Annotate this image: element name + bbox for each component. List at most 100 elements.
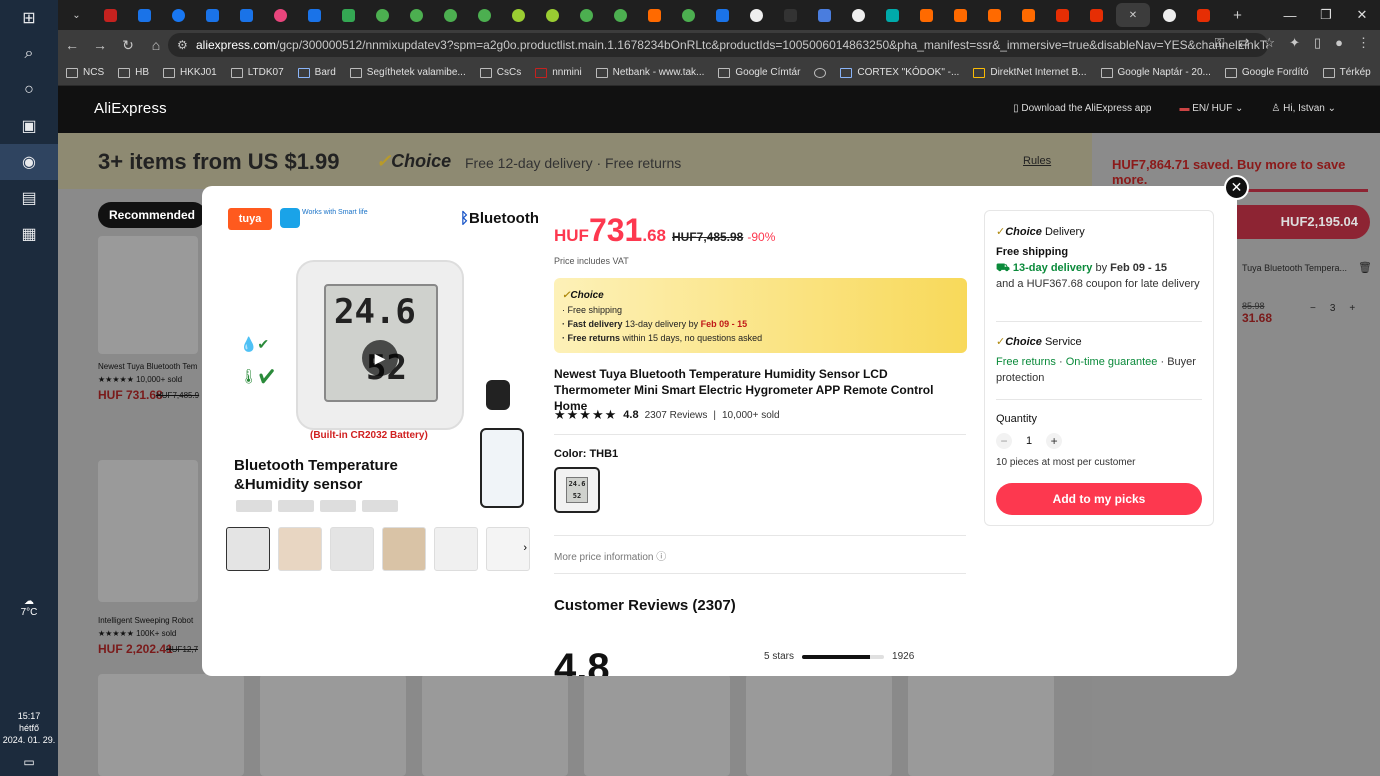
browser-tab[interactable] [504, 3, 533, 27]
save-disk-icon[interactable]: ▤ [0, 180, 58, 216]
browser-tab[interactable] [1048, 3, 1077, 27]
notification-icon[interactable]: ▭ [0, 756, 58, 768]
product-card-title[interactable]: Intelligent Sweeping Robot [98, 616, 193, 625]
review-count[interactable]: 2307 Reviews [645, 410, 708, 421]
close-window-icon[interactable]: ✕ [1344, 0, 1380, 30]
browser-tab[interactable] [844, 3, 873, 27]
home-icon[interactable]: ⌂ [142, 37, 170, 53]
cart-item-title[interactable]: Tuya Bluetooth Tempera... [1242, 263, 1362, 273]
browser-tab[interactable] [878, 3, 907, 27]
tab-search-button[interactable]: ⌄ [62, 3, 91, 27]
aliexpress-logo[interactable]: AliExpress [94, 100, 167, 117]
close-tab-icon[interactable]: ✕ [1129, 10, 1137, 21]
url-input[interactable]: ⚙ aliexpress.com/gcp/300000512/nnmixupda… [168, 33, 1268, 57]
product-card-image[interactable] [422, 674, 568, 776]
product-card-image[interactable] [98, 460, 198, 602]
browser-tab[interactable] [1189, 3, 1218, 27]
browser-tab[interactable] [606, 3, 635, 27]
profile-avatar[interactable]: ● [1335, 35, 1343, 51]
bookmark-item[interactable]: Google Fordító [1224, 67, 1309, 78]
browser-tab[interactable] [1014, 3, 1043, 27]
browser-tab[interactable] [368, 3, 397, 27]
browser-tab[interactable] [470, 3, 499, 27]
browser-tab[interactable] [436, 3, 465, 27]
browser-tab[interactable] [810, 3, 839, 27]
play-video-button[interactable]: ▶ [362, 340, 398, 376]
active-browser-tab[interactable]: ✕ [1116, 3, 1150, 27]
extensions-icon[interactable]: ✦ [1289, 35, 1300, 51]
bookmark-item[interactable]: Térkép [1322, 67, 1371, 78]
bookmark-item[interactable]: CORTEX "KÓDOK" -... [840, 67, 959, 78]
windows-start-icon[interactable]: ⊞ [0, 0, 58, 36]
back-icon[interactable]: ← [58, 37, 86, 53]
key-icon[interactable]: ⚿ [1215, 35, 1225, 51]
bookmark-item[interactable]: Netbank - www.tak... [595, 67, 704, 78]
browser-tab[interactable] [232, 3, 261, 27]
tab-recommended[interactable]: Recommended [98, 202, 206, 228]
sidebar-icon[interactable]: ▯ [1314, 35, 1321, 51]
menu-icon[interactable]: ⋮ [1357, 35, 1370, 51]
bookmark-item[interactable]: nnmini [535, 67, 582, 78]
more-price-info[interactable]: More price information ⓘ [554, 548, 666, 563]
browser-tab[interactable] [402, 3, 431, 27]
product-card-image[interactable] [98, 236, 198, 354]
bookmark-item[interactable]: Bard [297, 67, 336, 78]
browser-tab[interactable] [572, 3, 601, 27]
chrome-icon[interactable]: ◉ [0, 144, 58, 180]
bookmark-item[interactable]: CsCs [479, 67, 521, 78]
browser-tab[interactable] [1082, 3, 1111, 27]
bookmark-item[interactable]: DirektNet Internet B... [973, 67, 1087, 78]
site-info-icon[interactable]: ⚙ [177, 33, 188, 57]
browser-tab[interactable] [674, 3, 703, 27]
reload-icon[interactable]: ↻ [114, 37, 142, 54]
browser-tab[interactable] [266, 3, 295, 27]
quantity-decrease-button[interactable]: − [996, 433, 1012, 449]
browser-tab[interactable] [912, 3, 941, 27]
system-clock[interactable]: 15:17 hétfő 2024. 01. 29. ▭ [0, 710, 58, 768]
product-main-image[interactable]: tuya Works with Smart life ᛒBluetooth 💧✔… [224, 200, 538, 518]
product-card-image[interactable] [98, 674, 244, 776]
chevron-right-icon[interactable]: › [523, 542, 527, 554]
language-selector[interactable]: ▬ EN/ HUF ⌄ [1179, 103, 1243, 114]
bookmark-item[interactable]: LTDK07 [230, 67, 284, 78]
star-icon[interactable]: ☆ [1263, 35, 1275, 51]
product-card-image[interactable] [584, 674, 730, 776]
product-card-title[interactable]: Newest Tuya Bluetooth Tem [98, 362, 197, 371]
plus-button[interactable]: + [1349, 303, 1355, 314]
product-card-image[interactable] [908, 674, 1054, 776]
bookmark-item[interactable]: NCS [66, 67, 104, 78]
thumbnail[interactable]: › [486, 527, 530, 571]
browser-tab[interactable] [640, 3, 669, 27]
browser-tab[interactable] [198, 3, 227, 27]
cortana-icon[interactable]: ○ [0, 72, 58, 108]
thumbnail[interactable] [226, 527, 270, 571]
bookmark-item[interactable] [814, 67, 827, 78]
browser-tab[interactable] [164, 3, 193, 27]
ontime-guarantee[interactable]: On-time guarantee [1066, 356, 1158, 368]
browser-tab[interactable] [130, 3, 159, 27]
rules-link[interactable]: Rules [1023, 155, 1051, 167]
bookmark-item[interactable]: Segíthetek valamibe... [349, 67, 466, 78]
browser-tab[interactable] [300, 3, 329, 27]
forward-icon[interactable]: → [86, 37, 114, 53]
browser-tab[interactable] [946, 3, 975, 27]
maximize-icon[interactable]: ❐ [1308, 0, 1344, 30]
close-modal-button[interactable]: ✕ [1224, 175, 1249, 200]
trash-icon[interactable]: 🗑 [1358, 261, 1372, 274]
translate-icon[interactable]: ⇄ [1239, 35, 1250, 51]
thumbnail[interactable] [434, 527, 478, 571]
quantity-increase-button[interactable]: + [1046, 433, 1063, 449]
bookmark-item[interactable]: HKKJ01 [163, 67, 217, 78]
search-icon[interactable]: ⌕ [0, 36, 58, 72]
browser-tab[interactable] [334, 3, 363, 27]
browser-tab[interactable] [538, 3, 567, 27]
bookmark-item[interactable]: HB [118, 67, 149, 78]
bookmark-item[interactable]: Google Címtár [718, 67, 800, 78]
thumbnail[interactable] [330, 527, 374, 571]
new-tab-button[interactable]: + [1223, 3, 1252, 27]
thumbnail[interactable] [382, 527, 426, 571]
browser-tab[interactable] [980, 3, 1009, 27]
product-card-image[interactable] [746, 674, 892, 776]
account-menu[interactable]: ♙ Hi, Istvan ⌄ [1271, 103, 1336, 114]
minus-button[interactable]: − [1310, 303, 1316, 314]
